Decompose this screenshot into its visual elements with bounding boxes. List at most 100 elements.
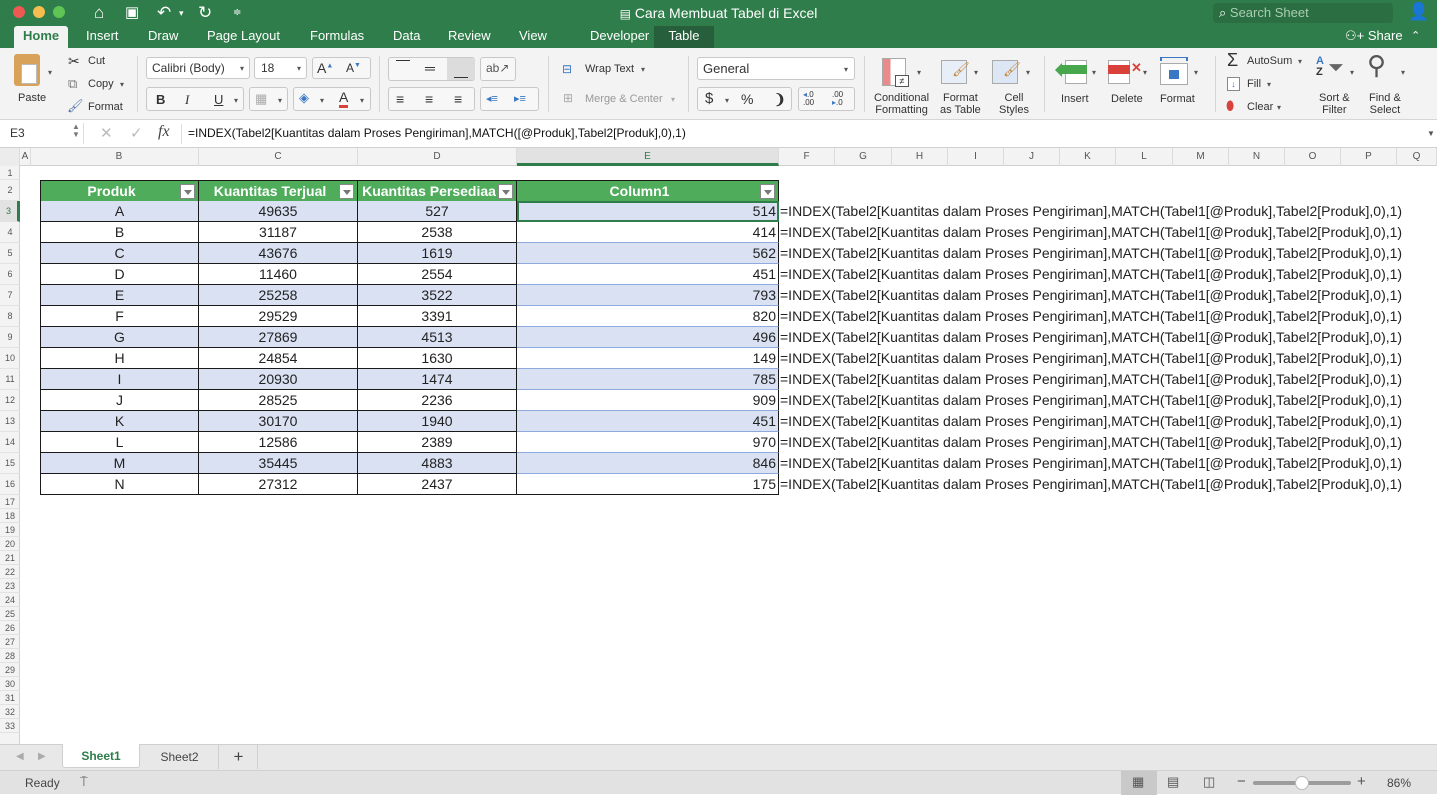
formula-text-cell[interactable]: =INDEX(Tabel2[Kuantitas dalam Proses Pen… (780, 327, 1402, 348)
paste-button[interactable]: Paste (18, 92, 46, 104)
name-box[interactable]: E3 ▲ ▼ (4, 123, 84, 144)
cancel-icon[interactable]: ✕ (100, 124, 113, 142)
row-header-24[interactable]: 24 (0, 593, 20, 607)
row-header-9[interactable]: 9 (0, 327, 20, 348)
table-cell[interactable]: 2437 (358, 474, 517, 495)
table-cell[interactable]: 27869 (199, 327, 358, 348)
row-header-2[interactable]: 2 (0, 180, 20, 201)
table-cell[interactable]: 562 (517, 243, 779, 264)
fill-button[interactable]: Fill (1247, 78, 1261, 90)
tab-insert[interactable]: Insert (77, 26, 128, 48)
row-header-16[interactable]: 16 (0, 474, 20, 495)
row-header-6[interactable]: 6 (0, 264, 20, 285)
orientation-button[interactable]: ab↗ (480, 57, 516, 81)
add-sheet-button[interactable]: + (220, 745, 258, 769)
row-header-26[interactable]: 26 (0, 621, 20, 635)
table-cell[interactable]: 820 (517, 306, 779, 327)
font-color-dropdown-icon[interactable]: ▾ (360, 96, 364, 105)
italic-button[interactable]: I (185, 92, 189, 108)
table-cell[interactable]: 2538 (358, 222, 517, 243)
row-header-32[interactable]: 32 (0, 705, 20, 719)
table-cell[interactable]: 451 (517, 264, 779, 285)
currency-dropdown-icon[interactable]: ▾ (725, 96, 729, 105)
row-header-5[interactable]: 5 (0, 243, 20, 264)
page-layout-view-icon[interactable]: ▤ (1167, 774, 1179, 790)
worksheet-grid[interactable]: Produk Kuantitas Terjual Kuantitas Persedi… (21, 166, 1437, 744)
table-cell[interactable]: 12586 (199, 432, 358, 453)
fill-color-icon[interactable]: ◈ (299, 90, 309, 106)
table-cell[interactable]: 527 (358, 201, 517, 222)
table-cell[interactable]: L (40, 432, 199, 453)
formula-text-cell[interactable]: =INDEX(Tabel2[Kuantitas dalam Proses Pen… (780, 369, 1402, 390)
table-cell[interactable]: 2236 (358, 390, 517, 411)
clear-button[interactable]: Clear (1247, 101, 1273, 113)
row-header-22[interactable]: 22 (0, 565, 20, 579)
table-cell[interactable]: J (40, 390, 199, 411)
column-header-k[interactable]: K (1060, 148, 1116, 166)
table-cell[interactable]: 3391 (358, 306, 517, 327)
wrap-text-button[interactable]: Wrap Text (585, 63, 634, 75)
table-cell[interactable]: 175 (517, 474, 779, 495)
table-cell[interactable]: 2554 (358, 264, 517, 285)
table-cell[interactable]: 24854 (199, 348, 358, 369)
cut-button[interactable]: Cut (88, 55, 105, 67)
chevron-down-icon[interactable]: ▾ (1350, 68, 1354, 77)
function-icon[interactable]: fx (158, 123, 170, 141)
select-all-button[interactable] (0, 148, 20, 166)
table-cell[interactable]: 1474 (358, 369, 517, 390)
align-left-icon[interactable]: ≡ (396, 91, 404, 107)
decrease-decimal-icon[interactable]: .00 ▸.0 (832, 91, 843, 107)
table-cell[interactable]: 785 (517, 369, 779, 390)
copy-button[interactable]: Copy (88, 78, 114, 90)
filter-dropdown-icon[interactable] (180, 184, 195, 199)
autosum-dropdown-icon[interactable]: ▾ (1298, 57, 1302, 66)
zoom-slider[interactable] (1253, 776, 1351, 790)
font-size-select[interactable]: 18 ▾ (254, 57, 307, 79)
table-cell[interactable]: 451 (517, 411, 779, 432)
table-cell[interactable]: 35445 (199, 453, 358, 474)
table-cell[interactable]: 846 (517, 453, 779, 474)
table-cell[interactable]: H (40, 348, 199, 369)
chevron-down-icon[interactable]: ▾ (1401, 68, 1405, 77)
find-select-button[interactable]: Find & Select (1369, 92, 1401, 116)
row-header-12[interactable]: 12 (0, 390, 20, 411)
currency-button[interactable]: $ (705, 90, 713, 107)
tab-home[interactable]: Home (14, 26, 69, 48)
wrap-text-dropdown-icon[interactable]: ▾ (641, 65, 645, 74)
row-header-30[interactable]: 30 (0, 677, 20, 691)
tab-draw[interactable]: Draw (139, 26, 187, 48)
format-button[interactable]: Format (1160, 93, 1195, 105)
align-top-icon[interactable]: ⎺ (396, 58, 410, 75)
scroll-left-icon[interactable]: ◀ (16, 751, 24, 762)
table-cell[interactable]: 970 (517, 432, 779, 453)
bold-button[interactable]: B (156, 92, 165, 107)
formula-text-cell[interactable]: =INDEX(Tabel2[Kuantitas dalam Proses Pen… (780, 411, 1402, 432)
zoom-out-button[interactable]: − (1237, 773, 1246, 790)
align-middle-icon[interactable]: ═ (425, 60, 435, 76)
cell-styles-button[interactable]: Cell Styles (999, 92, 1029, 116)
comma-style-button[interactable]: ❩ (774, 91, 786, 108)
table-cell[interactable]: M (40, 453, 199, 474)
row-header-4[interactable]: 4 (0, 222, 20, 243)
chevron-down-icon[interactable]: ▾ (1092, 68, 1096, 77)
table-cell[interactable]: 1940 (358, 411, 517, 432)
filter-dropdown-icon[interactable] (339, 184, 354, 199)
column-header-o[interactable]: O (1285, 148, 1341, 166)
row-header-25[interactable]: 25 (0, 607, 20, 621)
expand-formula-bar-icon[interactable]: ▼ (1427, 129, 1435, 138)
font-color-icon[interactable]: A (339, 89, 349, 108)
sheet-tab-sheet1[interactable]: Sheet1 (62, 744, 140, 768)
tab-formulas[interactable]: Formulas (301, 26, 373, 48)
column-header-b[interactable]: B (40, 148, 199, 166)
merge-center-button[interactable]: Merge & Center (585, 93, 663, 105)
number-format-select[interactable]: General ▾ (697, 57, 855, 80)
table-cell[interactable]: 30170 (199, 411, 358, 432)
normal-view-button[interactable]: ▦ (1121, 771, 1157, 795)
chevron-down-icon[interactable]: ▾ (1194, 68, 1198, 77)
row-header-19[interactable]: 19 (0, 523, 20, 537)
tab-table[interactable]: Table (654, 26, 714, 48)
formula-text-cell[interactable]: =INDEX(Tabel2[Kuantitas dalam Proses Pen… (780, 348, 1402, 369)
formula-input[interactable]: =INDEX(Tabel2[Kuantitas dalam Proses Pen… (188, 126, 686, 140)
table-cell[interactable]: 2389 (358, 432, 517, 453)
table-cell[interactable]: 3522 (358, 285, 517, 306)
